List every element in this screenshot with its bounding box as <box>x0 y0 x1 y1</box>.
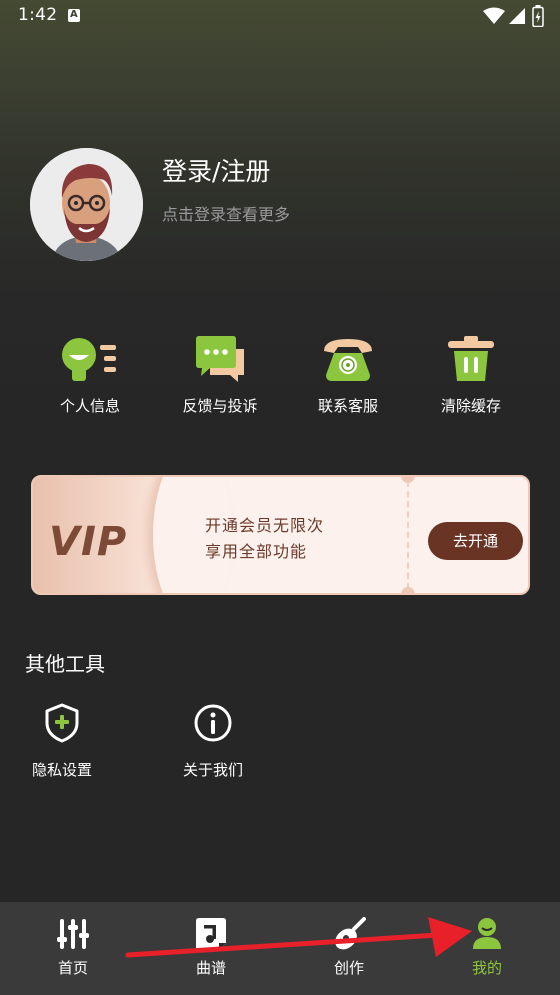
wifi-icon <box>483 7 505 24</box>
tool-privacy-settings[interactable]: 隐私设置 <box>12 703 112 780</box>
trash-icon <box>448 336 494 381</box>
sliders-icon <box>57 919 89 949</box>
login-register-title[interactable]: 登录/注册 <box>162 152 270 188</box>
other-tools-title: 其他工具 <box>25 652 105 676</box>
notification-a-icon: A <box>68 9 80 22</box>
battery-icon <box>532 5 544 27</box>
tool-label: 关于我们 <box>182 761 243 779</box>
vip-notch <box>401 587 415 593</box>
telephone-icon <box>324 339 372 381</box>
person-info-icon <box>62 338 116 381</box>
vip-promo-text: 开通会员无限次 享用全部功能 <box>205 513 324 565</box>
avatar[interactable] <box>30 148 143 261</box>
vip-dashed-divider <box>407 481 409 589</box>
screen: 1:42 A 登录/注册 点击登录查看更多 个人信息 反馈与投诉 联系客服 清除… <box>0 0 560 995</box>
vip-promo-line1: 开通会员无限次 <box>205 516 325 535</box>
vip-notch <box>401 477 415 483</box>
quick-action-label: 反馈与投诉 <box>182 397 258 415</box>
quick-action-label: 个人信息 <box>59 397 120 415</box>
status-bar: 1:42 A <box>0 0 560 32</box>
avatar-illustration <box>30 148 143 261</box>
vip-logo: VIP <box>49 519 128 565</box>
vip-banner[interactable]: VIP 开通会员无限次 享用全部功能 去开通 <box>31 475 530 595</box>
quick-action-personal-info[interactable]: 个人信息 <box>25 335 155 416</box>
quick-action-label: 清除缓存 <box>440 397 501 415</box>
signal-icon <box>509 8 525 24</box>
quick-action-clear-cache[interactable]: 清除缓存 <box>406 335 536 416</box>
annotation-arrow-icon <box>125 917 472 958</box>
vip-activate-button[interactable]: 去开通 <box>428 522 523 560</box>
status-time: 1:42 <box>18 5 58 25</box>
notification-letter: A <box>70 9 78 20</box>
shield-plus-icon <box>45 703 79 743</box>
chat-bubble-icon <box>196 336 244 382</box>
login-subtitle[interactable]: 点击登录查看更多 <box>162 201 290 225</box>
quick-action-feedback[interactable]: 反馈与投诉 <box>155 335 285 416</box>
tool-label: 隐私设置 <box>31 761 92 779</box>
quick-action-customer-service[interactable]: 联系客服 <box>283 335 413 416</box>
tool-about-us[interactable]: 关于我们 <box>163 703 263 780</box>
vip-promo-line2: 享用全部功能 <box>205 542 308 561</box>
info-circle-icon <box>194 704 232 742</box>
quick-action-label: 联系客服 <box>317 397 378 415</box>
